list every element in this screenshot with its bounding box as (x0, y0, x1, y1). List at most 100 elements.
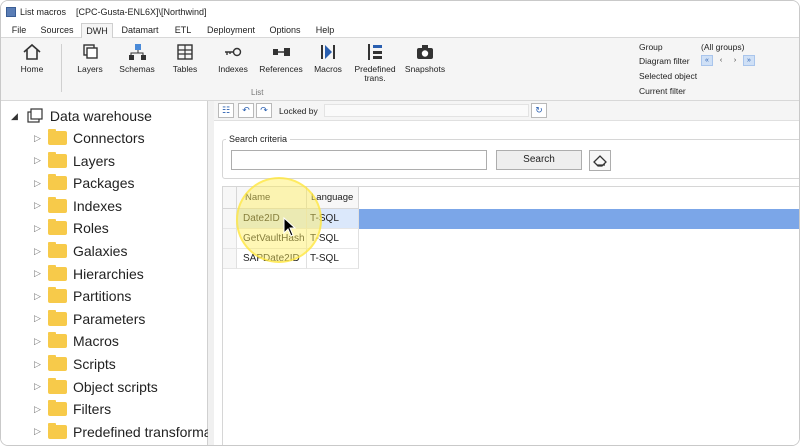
folder-icon (48, 355, 67, 371)
data-warehouse-icon (27, 108, 43, 123)
tab-file[interactable]: File (7, 23, 31, 38)
expand-icon[interactable]: ▷ (34, 200, 48, 211)
selection-fill (359, 209, 799, 229)
tree-item[interactable]: ▷ Packages (34, 174, 134, 192)
macros-button[interactable]: Macros (311, 42, 345, 90)
locked-by-field (324, 104, 529, 117)
tree-item[interactable]: ▷ Partitions (34, 287, 131, 305)
tree-item[interactable]: ▷ Scripts (34, 355, 116, 373)
ribbon-group-label: List (251, 88, 264, 97)
refresh-button[interactable]: ↻ (531, 103, 547, 118)
first-filter-button[interactable]: « (701, 55, 713, 66)
schemas-button[interactable]: Schemas (117, 42, 157, 90)
tables-button[interactable]: Tables (168, 42, 202, 90)
tree-item-label: Galaxies (73, 243, 128, 259)
tree-item[interactable]: ▷ Connectors (34, 129, 145, 147)
collapse-icon[interactable]: ◢ (11, 111, 18, 122)
key-icon (225, 47, 242, 57)
tree-item-label: Macros (73, 333, 119, 350)
redo-button[interactable]: ↷ (256, 103, 272, 118)
search-button[interactable]: Search (496, 150, 582, 170)
click-highlight (236, 177, 322, 263)
tree-item[interactable]: ▷ Predefined transforma (34, 422, 212, 441)
clear-search-button[interactable] (589, 150, 611, 171)
expand-icon[interactable]: ▷ (34, 381, 48, 392)
cell-language[interactable]: T-SQL (307, 249, 359, 269)
layers-label: Layers (77, 64, 103, 74)
tree-item[interactable]: ▷ Layers (34, 151, 115, 170)
app-window: List macros [CPC-Gusta-ENL6X]\[Northwind… (0, 0, 800, 446)
expand-icon[interactable]: ▷ (34, 404, 48, 415)
expand-icon[interactable]: ▷ (34, 313, 48, 324)
mouse-cursor-icon (283, 217, 297, 237)
tree-item-label: Predefined transforma (73, 423, 212, 440)
table-row[interactable]: SAPDate2ID T-SQL (223, 249, 799, 269)
tree-item[interactable]: ▷ Galaxies (34, 242, 127, 260)
expand-icon[interactable]: ▷ (34, 223, 48, 234)
predefined-trans-button[interactable]: Predefined trans. (351, 42, 399, 90)
folder-icon (48, 242, 67, 258)
tab-options[interactable]: Options (265, 23, 305, 38)
home-label: Home (20, 64, 44, 74)
layers-icon (83, 44, 98, 59)
indexes-label: Indexes (218, 64, 248, 74)
prev-filter-button[interactable]: ‹ (715, 55, 727, 66)
tab-help[interactable]: Help (311, 23, 339, 38)
current-filter-label: Current filter (639, 86, 686, 96)
tree-item[interactable]: ▷ Hierarchies (34, 264, 144, 283)
tree-item[interactable]: ▷ Macros (34, 332, 119, 350)
references-label: References (259, 64, 303, 74)
indexes-button[interactable]: Indexes (214, 42, 252, 90)
expand-icon[interactable]: ▷ (34, 155, 48, 166)
group-value[interactable]: (All groups) (701, 42, 744, 52)
tab-etl[interactable]: ETL (169, 23, 197, 38)
expand-icon[interactable]: ▷ (34, 133, 48, 144)
eraser-icon (593, 155, 607, 167)
tab-sources[interactable]: Sources (38, 23, 76, 38)
tree-item[interactable]: ▷ Roles (34, 219, 109, 237)
expand-icon[interactable]: ▷ (34, 359, 48, 370)
tree-item[interactable]: ▷ Parameters (34, 309, 146, 328)
schemas-icon (129, 44, 146, 60)
tree-root[interactable]: ◢ Data warehouse (11, 107, 152, 125)
folder-icon (48, 332, 67, 349)
tree-item-label: Packages (73, 175, 135, 192)
diagram-filter-label: Diagram filter (639, 56, 690, 66)
row-header (223, 229, 237, 249)
snapshots-button[interactable]: Snapshots (404, 42, 446, 90)
main-panel: ☷ ↶ ↷ Locked by ↻ Search criteria Search… (214, 101, 799, 445)
tree-item-label: Object scripts (73, 378, 158, 395)
folder-icon (48, 219, 67, 236)
grid-corner (223, 187, 237, 209)
list-view-button[interactable]: ☷ (218, 103, 234, 118)
folder-icon (48, 377, 67, 394)
expand-icon[interactable]: ▷ (34, 426, 48, 437)
tree-item-label: Parameters (73, 310, 146, 327)
home-button[interactable]: Home (15, 42, 49, 90)
folder-icon (48, 264, 67, 281)
selected-object-label: Selected object (639, 71, 698, 81)
expand-icon[interactable]: ▷ (34, 246, 48, 257)
tab-deployment[interactable]: Deployment (204, 23, 258, 38)
expand-icon[interactable]: ▷ (34, 268, 48, 279)
tab-datamart[interactable]: Datamart (119, 23, 161, 38)
layers-button[interactable]: Layers (73, 42, 107, 90)
tab-dwh[interactable]: DWH (81, 23, 113, 38)
next-filter-button[interactable]: › (729, 55, 741, 66)
tree-item[interactable]: ▷ Indexes (34, 196, 122, 215)
search-input[interactable] (231, 150, 487, 170)
undo-button[interactable]: ↶ (238, 103, 254, 118)
tree-item-label: Roles (73, 220, 109, 237)
expand-icon[interactable]: ▷ (34, 178, 48, 189)
tree-item-label: Connectors (73, 130, 145, 146)
references-button[interactable]: References (257, 42, 305, 90)
folder-icon (48, 309, 67, 326)
predefined-trans-label: Predefined trans. (354, 64, 396, 83)
last-filter-button[interactable]: » (743, 55, 755, 66)
tree-item[interactable]: ▷ Object scripts (34, 377, 158, 396)
expand-icon[interactable]: ▷ (34, 291, 48, 302)
search-criteria-legend: Search criteria (226, 134, 291, 144)
expand-icon[interactable]: ▷ (34, 336, 48, 347)
tree-item[interactable]: ▷ Filters (34, 400, 111, 418)
schemas-label: Schemas (119, 64, 155, 74)
